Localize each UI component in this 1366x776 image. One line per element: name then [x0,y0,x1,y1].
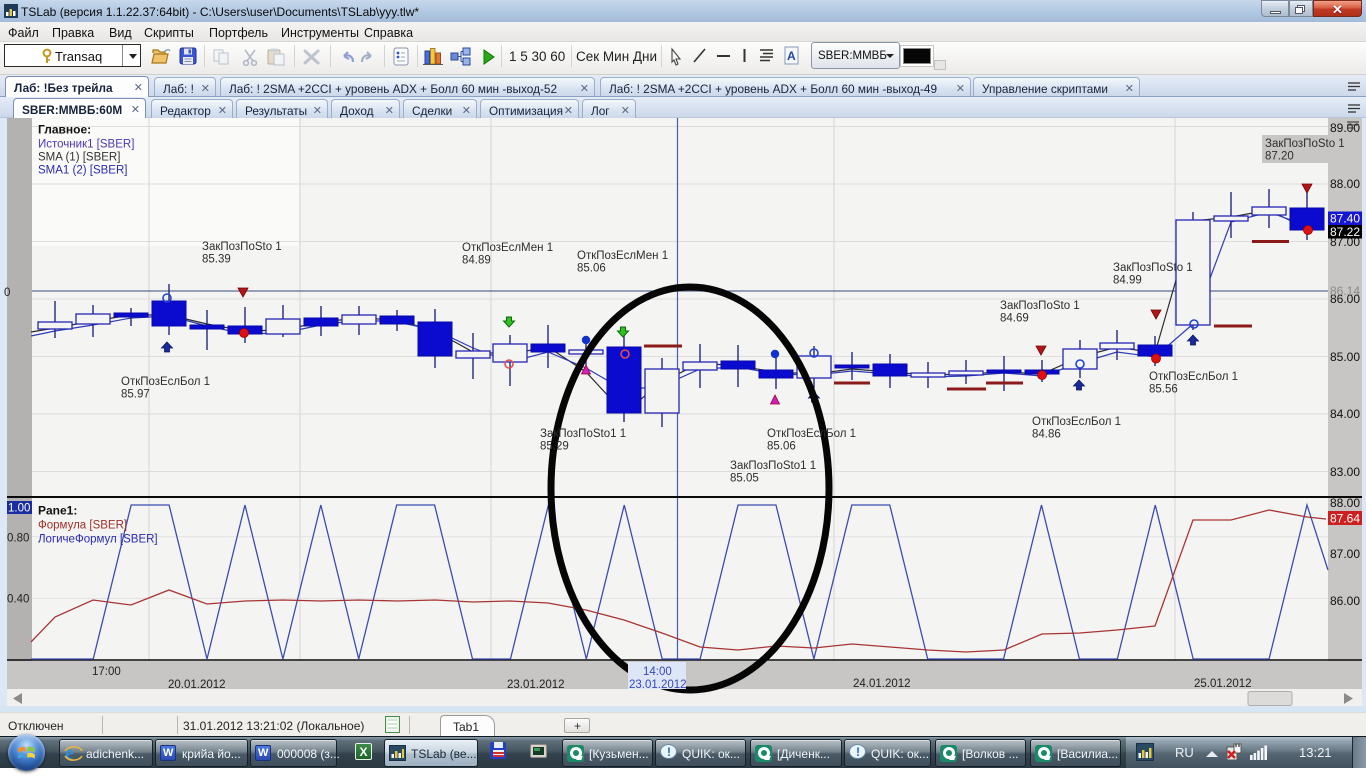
svg-text:0.40: 0.40 [7,594,29,606]
svg-text:23.01.2012: 23.01.2012 [629,679,687,691]
svg-text:86.00: 86.00 [1330,594,1360,608]
svg-text:84.86: 84.86 [1032,429,1061,441]
svg-text:25.01.2012: 25.01.2012 [1194,678,1252,690]
svg-text:Формула [SBER]: Формула [SBER] [38,520,127,532]
svg-text:SMA1 (2) [SBER]: SMA1 (2) [SBER] [38,165,127,177]
svg-text:A: A [787,49,796,63]
svg-text:85.00: 85.00 [1330,350,1360,364]
svg-text:ЗакПозПоSto 1: ЗакПозПоSto 1 [1000,300,1080,312]
svg-text:ОткПозЕслБол 1: ОткПозЕслБол 1 [121,376,210,388]
svg-text:17:00: 17:00 [92,666,121,678]
svg-text:85.97: 85.97 [121,389,150,401]
svg-text:84.89: 84.89 [462,255,491,267]
svg-text:ЛогичеФормул [SBER]: ЛогичеФормул [SBER] [38,534,158,546]
svg-text:14:00: 14:00 [643,666,672,678]
svg-text:20.01.2012: 20.01.2012 [168,679,226,691]
svg-text:85.56: 85.56 [1149,384,1178,396]
svg-text:ЗакПозПоSto1 1: ЗакПозПоSto1 1 [730,460,816,472]
svg-text:SMA (1) [SBER]: SMA (1) [SBER] [38,152,120,164]
svg-text:84.00: 84.00 [1330,407,1360,421]
svg-text:85.05: 85.05 [730,473,759,485]
svg-text:89.00: 89.00 [1330,121,1360,135]
svg-text:0: 0 [4,287,10,299]
svg-text:ОткПозЕслМен 1: ОткПозЕслМен 1 [462,242,553,254]
svg-text:ЗакПозПоSto 1: ЗакПозПоSto 1 [1113,262,1193,274]
svg-text:85.06: 85.06 [767,441,796,453]
svg-text:88.00: 88.00 [1330,177,1360,191]
svg-text:85.29: 85.29 [540,441,569,453]
svg-text:ЗакПозПоSto 1: ЗакПозПоSto 1 [1265,138,1345,150]
svg-text:85.39: 85.39 [202,254,231,266]
svg-text:ОткПозЕслБол 1: ОткПозЕслБол 1 [1032,416,1121,428]
svg-text:ЗакПозПоSto1 1: ЗакПозПоSto1 1 [540,428,626,440]
svg-text:87.22: 87.22 [1330,225,1360,239]
svg-text:23.01.2012: 23.01.2012 [507,679,565,691]
svg-text:0.80: 0.80 [7,533,29,545]
svg-text:86.14: 86.14 [1330,284,1360,298]
svg-text:88.00: 88.00 [1330,496,1360,510]
svg-text:83.00: 83.00 [1330,465,1360,479]
svg-text:87.20: 87.20 [1265,151,1294,163]
svg-text:1.00: 1.00 [8,503,30,515]
svg-text:87.00: 87.00 [1330,547,1360,561]
svg-text:24.01.2012: 24.01.2012 [853,678,911,690]
svg-text:85.06: 85.06 [577,263,606,275]
svg-text:87.40: 87.40 [1330,212,1360,226]
svg-text:ОткПозЕслБол 1: ОткПозЕслБол 1 [1149,371,1238,383]
svg-text:84.99: 84.99 [1113,275,1142,287]
svg-text:84.69: 84.69 [1000,313,1029,325]
svg-text:Главное:: Главное: [38,123,91,137]
svg-text:87.64: 87.64 [1330,512,1360,526]
svg-text:Источник1 [SBER]: Источник1 [SBER] [38,139,134,151]
svg-text:ОткПозЕслБол 1: ОткПозЕслБол 1 [767,428,856,440]
svg-text:ОткПозЕслМен 1: ОткПозЕслМен 1 [577,250,668,262]
svg-text:Pane1:: Pane1: [38,504,77,518]
svg-text:ЗакПозПоSto 1: ЗакПозПоSto 1 [202,241,282,253]
